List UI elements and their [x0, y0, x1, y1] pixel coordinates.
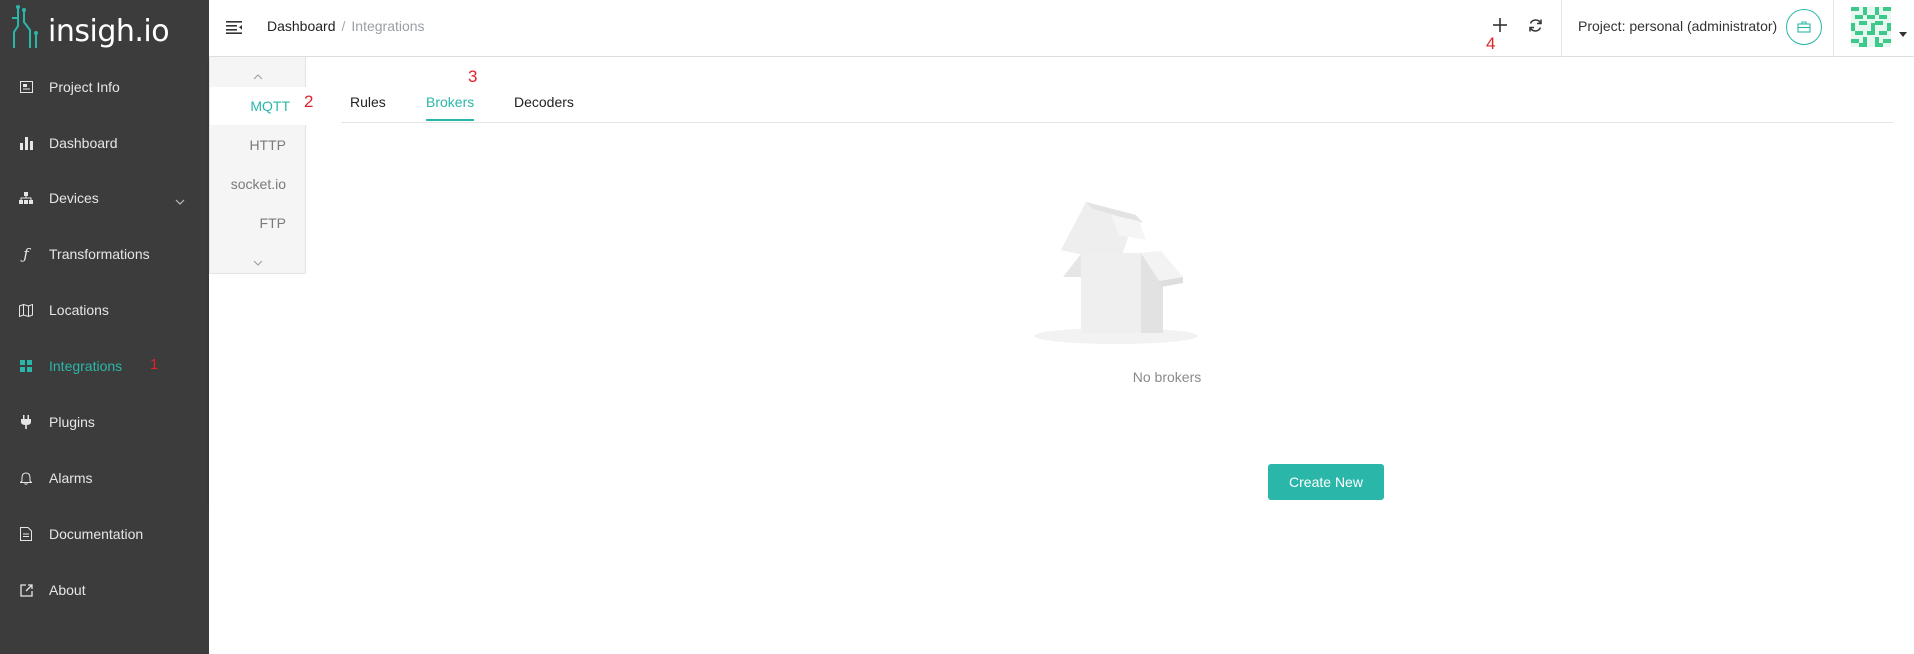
project-selector[interactable]: Project: personal (administrator): [1578, 18, 1777, 34]
step-marker: 3: [468, 67, 478, 86]
function-icon: ƒ: [23, 245, 29, 263]
plus-icon: [1493, 18, 1507, 32]
breadcrumb-separator: /: [341, 18, 346, 34]
empty-state-message: No brokers: [1132, 369, 1202, 385]
project-switch-button[interactable]: [1786, 9, 1822, 45]
refresh-icon: [1529, 19, 1542, 32]
sidebar-item-locations[interactable]: Locations: [0, 290, 209, 330]
sidebar-item-about[interactable]: About: [0, 570, 209, 610]
sidebar-item-dashboard[interactable]: Dashboard: [0, 123, 209, 163]
tab-rules[interactable]: Rules: [350, 94, 386, 119]
sidebar-item-project-info[interactable]: Project Info: [0, 67, 209, 107]
tab-decoders[interactable]: Decoders: [514, 94, 574, 119]
external-link-icon: [19, 583, 33, 597]
header-divider: [1833, 0, 1834, 57]
empty-box-illustration: [1034, 202, 1198, 344]
bell-icon: [19, 471, 33, 485]
logo-circuit-icon: [12, 5, 38, 48]
sidebar-item-label: Integrations: [49, 358, 123, 374]
menu-toggle-icon[interactable]: [226, 20, 243, 39]
sidebar-item-integrations[interactable]: Integrations 1: [0, 346, 209, 386]
sidebar-item-devices[interactable]: Devices: [0, 178, 209, 218]
breadcrumb-root[interactable]: Dashboard: [267, 18, 336, 34]
project-info-icon: [19, 80, 33, 94]
tab-bar: Rules Brokers Decoders: [341, 57, 1893, 123]
breadcrumb-current: Integrations: [351, 18, 425, 34]
sidebar-item-label: Plugins: [49, 414, 95, 430]
caret-down-icon[interactable]: [1899, 24, 1907, 42]
breadcrumb: Dashboard / Integrations: [267, 18, 425, 34]
page-background: [209, 508, 1914, 654]
header-divider: [1561, 0, 1562, 57]
refresh-button[interactable]: [1528, 18, 1543, 38]
create-new-button[interactable]: Create New: [1268, 464, 1384, 500]
sidebar-item-label: Project Info: [49, 79, 120, 95]
sidebar-item-label: Transformations: [49, 246, 150, 262]
vtab-http[interactable]: HTTP: [210, 126, 306, 164]
logo-text: insigh.io: [48, 14, 170, 49]
bar-chart-icon: [19, 136, 33, 150]
app-logo[interactable]: insigh.io: [10, 4, 170, 54]
grid-icon: [19, 359, 33, 373]
sidebar-item-alarms[interactable]: Alarms: [0, 458, 209, 498]
plug-icon: [19, 415, 33, 429]
step-marker: 4: [1486, 34, 1496, 53]
sidebar-item-label: Documentation: [49, 526, 144, 542]
sidebar-item-label: Devices: [49, 190, 99, 206]
scroll-up-icon[interactable]: [253, 67, 263, 85]
avatar[interactable]: [1851, 7, 1891, 47]
sidebar-item-transformations[interactable]: ƒ Transformations: [0, 234, 209, 274]
sidebar-item-label: Locations: [49, 302, 109, 318]
map-icon: [19, 303, 33, 317]
scroll-down-icon[interactable]: [253, 253, 263, 271]
vertical-tabs: MQTT HTTP socket.io FTP: [209, 57, 310, 274]
document-icon: [19, 527, 33, 541]
vtab-ftp[interactable]: FTP: [210, 204, 306, 242]
tab-brokers[interactable]: Brokers: [426, 94, 475, 121]
main-content: MQTT HTTP socket.io FTP 2 Rules Brokers …: [209, 57, 1914, 508]
sidebar: insigh.io Project Info Dashboard Devices…: [0, 0, 209, 654]
sidebar-item-label: Alarms: [49, 470, 93, 486]
devices-icon: [19, 191, 33, 205]
sidebar-item-documentation[interactable]: Documentation: [0, 514, 209, 554]
chevron-down-icon: [175, 192, 185, 208]
sidebar-item-label: Dashboard: [49, 135, 118, 151]
step-marker: 1: [150, 356, 159, 373]
briefcase-icon: [1797, 21, 1811, 33]
step-marker: 2: [304, 92, 314, 111]
sidebar-item-label: About: [49, 582, 86, 598]
vtab-socket-io[interactable]: socket.io: [210, 165, 306, 203]
vtab-mqtt[interactable]: MQTT: [210, 87, 310, 125]
sidebar-item-plugins[interactable]: Plugins: [0, 402, 209, 442]
top-header: Dashboard / Integrations 4 Project: person…: [209, 0, 1914, 57]
